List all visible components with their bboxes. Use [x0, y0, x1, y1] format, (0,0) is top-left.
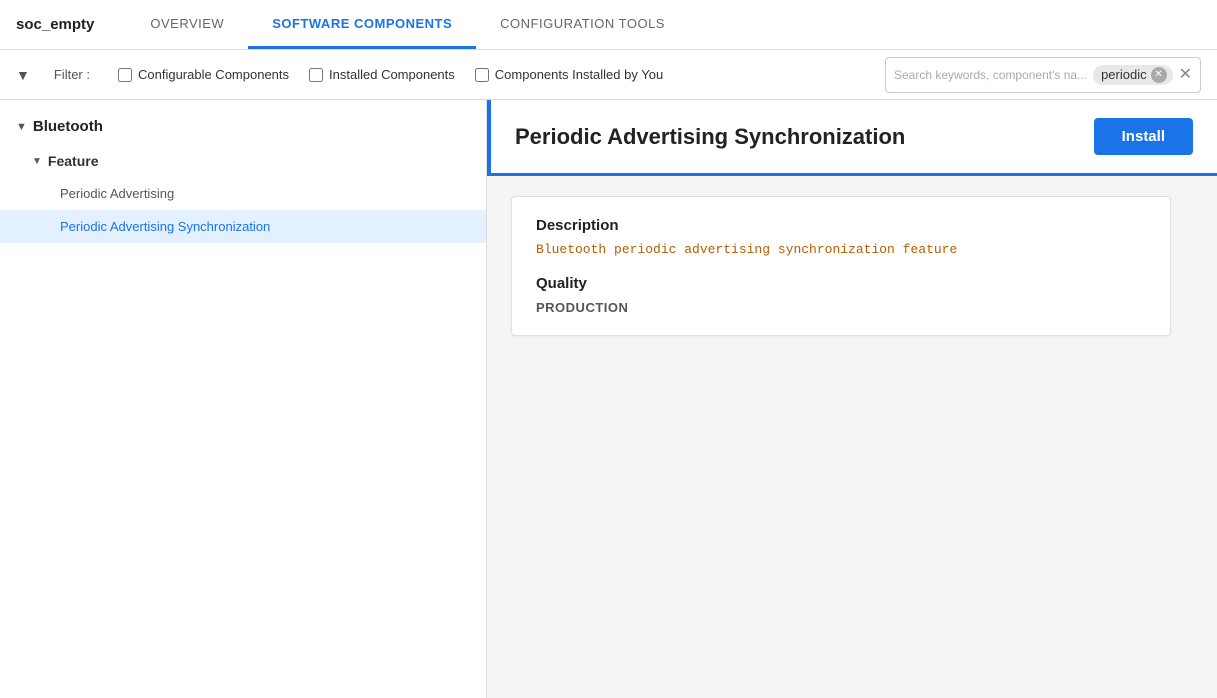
info-card: Description Bluetooth periodic advertisi… — [511, 196, 1171, 336]
tab-software-components[interactable]: SOFTWARE COMPONENTS — [248, 0, 476, 49]
top-nav: soc_empty OVERVIEW SOFTWARE COMPONENTS C… — [0, 0, 1217, 50]
detail-title: Periodic Advertising Synchronization — [515, 124, 905, 150]
detail-panel: Periodic Advertising Synchronization Ins… — [487, 100, 1217, 698]
install-button[interactable]: Install — [1094, 118, 1193, 155]
filter-configurable: Configurable Components — [118, 67, 289, 82]
search-tag-text: periodic — [1101, 67, 1147, 82]
app-title: soc_empty — [16, 16, 94, 33]
sidebar-group-bluetooth-label: Bluetooth — [33, 118, 103, 135]
description-label: Description — [536, 217, 1146, 234]
sidebar: ▼ Bluetooth ▼ Feature Periodic Advertisi… — [0, 100, 487, 698]
sidebar-item-periodic-advertising-sync[interactable]: Periodic Advertising Synchronization — [0, 210, 486, 243]
detail-content: Description Bluetooth periodic advertisi… — [487, 176, 1217, 698]
sidebar-group-bluetooth[interactable]: ▼ Bluetooth — [0, 108, 486, 145]
search-tag: periodic ✕ — [1093, 65, 1173, 85]
filter-installed-label: Installed Components — [329, 67, 455, 82]
filter-installed-checkbox[interactable] — [309, 68, 323, 82]
filter-installed-by-you-checkbox[interactable] — [475, 68, 489, 82]
filter-configurable-label: Configurable Components — [138, 67, 289, 82]
nav-tabs: OVERVIEW SOFTWARE COMPONENTS CONFIGURATI… — [126, 0, 689, 49]
detail-header: Periodic Advertising Synchronization Ins… — [487, 100, 1217, 176]
quality-label: Quality — [536, 275, 1146, 292]
filter-icon: ▼ — [16, 67, 30, 83]
sidebar-subgroup-feature-label: Feature — [48, 153, 99, 169]
quality-value: PRODUCTION — [536, 300, 1146, 315]
bluetooth-arrow-icon: ▼ — [16, 121, 27, 133]
filter-installed-by-you-label: Components Installed by You — [495, 67, 663, 82]
tab-configuration-tools[interactable]: CONFIGURATION TOOLS — [476, 0, 689, 49]
search-clear-button[interactable]: ✕ — [1179, 67, 1192, 83]
tab-overview[interactable]: OVERVIEW — [126, 0, 248, 49]
search-tag-close-icon[interactable]: ✕ — [1151, 67, 1167, 83]
filter-installed-by-you: Components Installed by You — [475, 67, 663, 82]
filter-configurable-checkbox[interactable] — [118, 68, 132, 82]
filter-bar: ▼ Filter : Configurable Components Insta… — [0, 50, 1217, 100]
main-layout: ▼ Bluetooth ▼ Feature Periodic Advertisi… — [0, 100, 1217, 698]
filter-installed: Installed Components — [309, 67, 455, 82]
feature-arrow-icon: ▼ — [32, 156, 42, 167]
filter-label: Filter : — [54, 67, 90, 82]
search-placeholder: Search keywords, component's na... — [894, 68, 1087, 82]
sidebar-item-periodic-advertising[interactable]: Periodic Advertising — [0, 177, 486, 210]
description-body: Bluetooth periodic advertising synchroni… — [536, 242, 1146, 257]
sidebar-subgroup-feature[interactable]: ▼ Feature — [0, 145, 486, 177]
search-box[interactable]: Search keywords, component's na... perio… — [885, 57, 1201, 93]
